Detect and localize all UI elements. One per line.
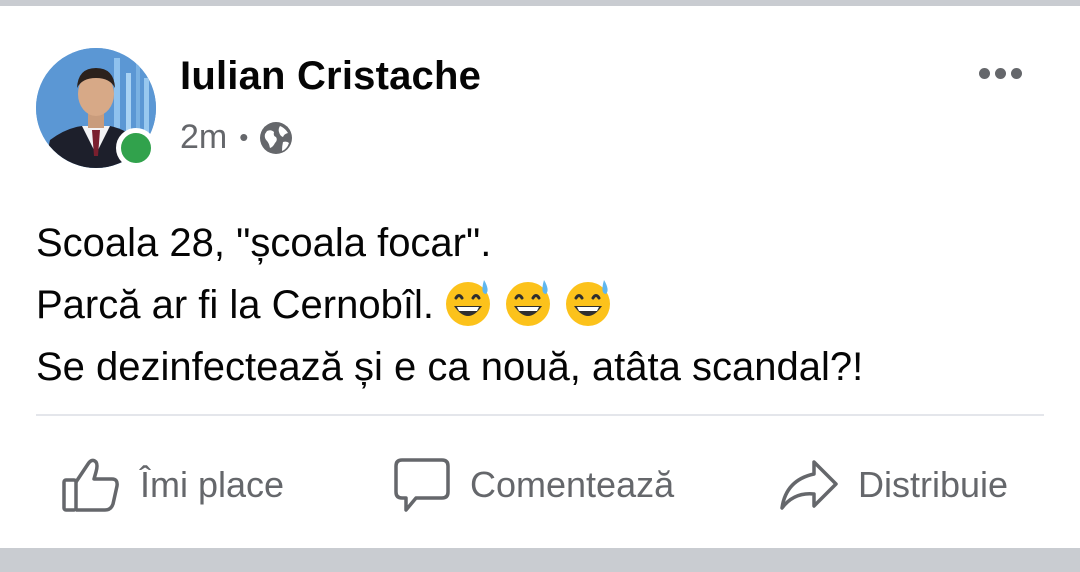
share-arrow-icon [780,460,838,510]
share-label: Distribuie [858,464,1009,505]
post-meta: 2m • [180,118,294,157]
more-dot [994,67,1006,79]
like-button[interactable]: Îmi place [60,452,284,518]
grinning-face-with-sweat-emoji [442,276,494,328]
post-card: Iulian Cristache 2m • Scoala 28, "școala… [0,6,1080,548]
thumbs-up-icon [62,458,119,512]
grinning-face-with-sweat-emoji [502,276,554,328]
post-text-line-3: Se dezinfectează și e ca nouă, atâta sca… [36,345,864,389]
globe-icon [258,120,294,156]
grinning-face-with-sweat-emoji [562,276,614,328]
comment-button[interactable]: Comentează [392,452,674,518]
author-name[interactable]: Iulian Cristache [180,54,481,99]
post-text-line: Parcă ar fi la Cernobîl. [36,274,1046,336]
post-text-line: Se dezinfectează și e ca nouă, atâta sca… [36,336,1046,398]
post-text-line: Scoala 28, "școala focar". [36,212,1046,274]
meta-separator: • [239,122,249,152]
more-dot [1010,67,1022,79]
share-button[interactable]: Distribuie [778,452,1008,518]
like-label: Îmi place [140,464,285,505]
comment-label: Comentează [470,464,675,505]
post-timestamp[interactable]: 2m [180,118,227,157]
actions-divider [36,414,1044,416]
post-text-line-2: Parcă ar fi la Cernobîl. [36,283,434,327]
comment-bubble-icon [394,458,450,512]
more-dot [978,67,990,79]
more-options-button[interactable] [968,56,1032,90]
post-message: Scoala 28, "școala focar". Parcă ar fi l… [36,212,1046,398]
online-status-indicator [116,128,156,168]
post-text-line-1: Scoala 28, "școala focar". [36,221,492,265]
